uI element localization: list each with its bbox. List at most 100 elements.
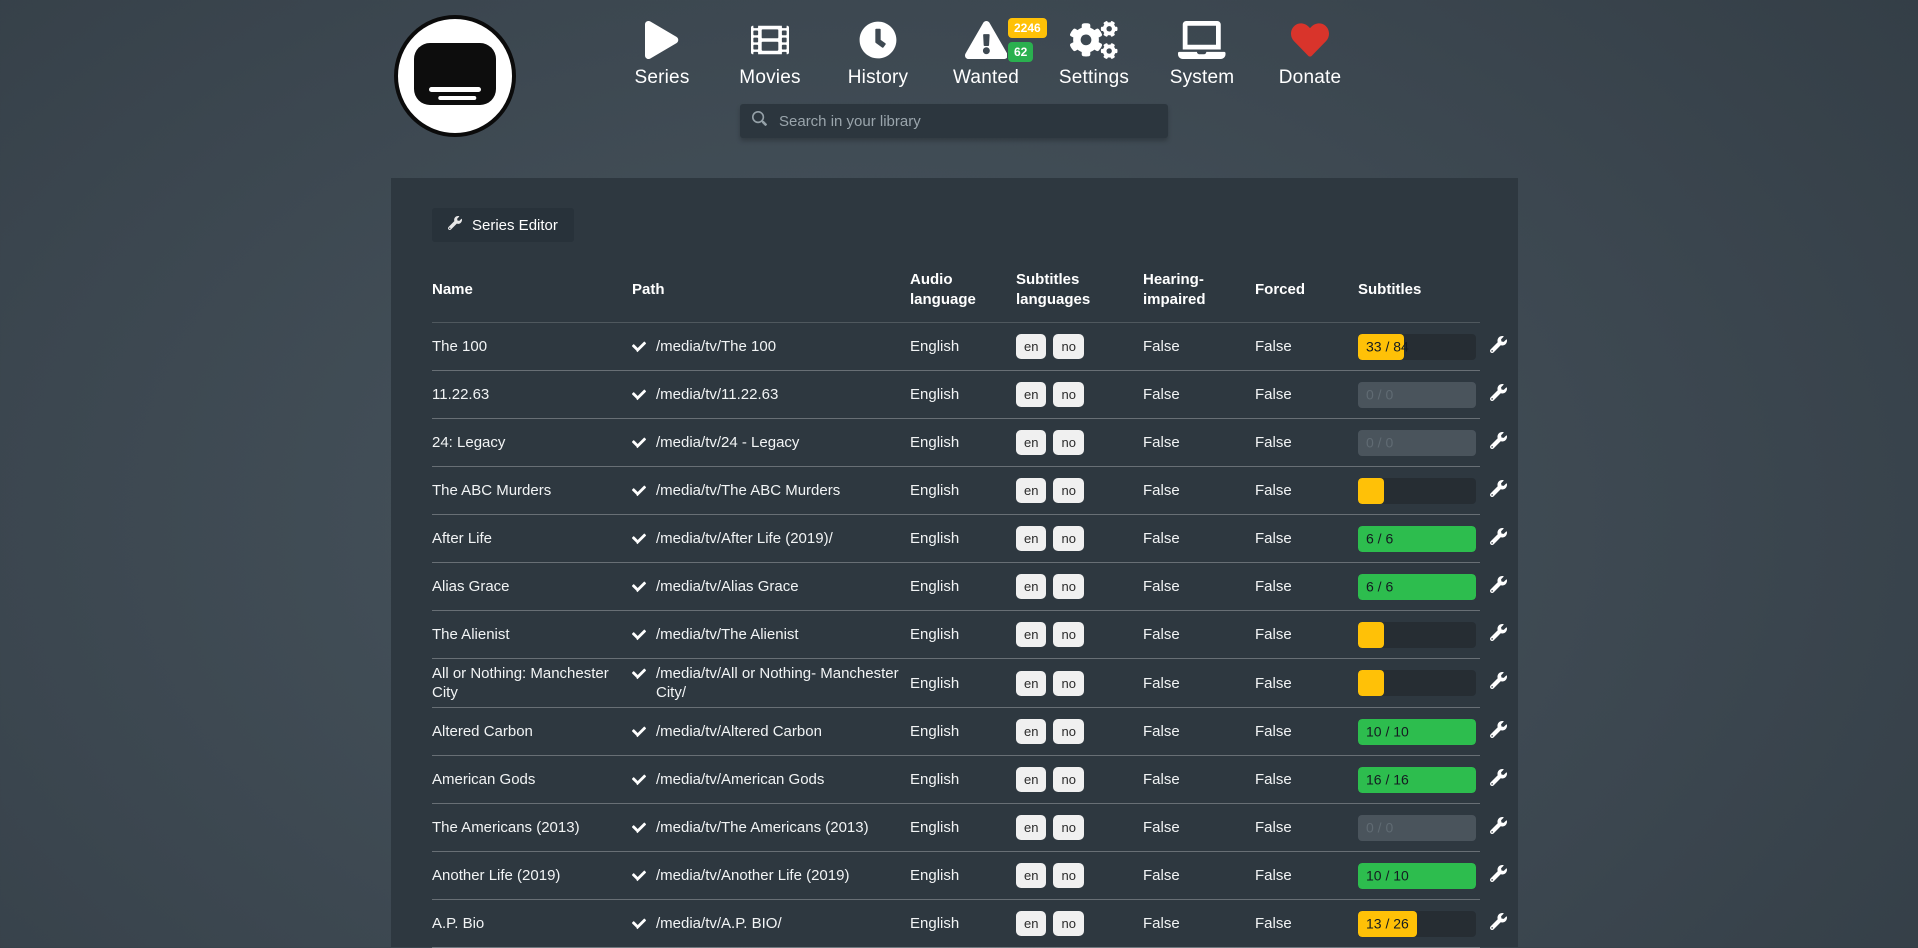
top-navigation: SeriesMoviesHistoryWanted224662SettingsS… [608,16,1364,89]
series-name-link[interactable]: Another Life (2019) [432,866,632,885]
language-badge-no: no [1053,767,1083,792]
series-editor-button[interactable]: Series Editor [432,208,574,242]
edit-series-button[interactable] [1490,528,1507,545]
series-name-link[interactable]: The Alienist [432,625,632,644]
language-badge-no: no [1053,526,1083,551]
wrench-icon [1490,624,1507,641]
edit-series-button[interactable] [1490,865,1507,882]
edit-series-button[interactable] [1490,384,1507,401]
forced-value: False [1255,625,1358,644]
series-name-link[interactable]: 24: Legacy [432,433,632,452]
film-icon [751,21,789,59]
language-badge-en: en [1016,430,1046,455]
nav-item-settings[interactable]: Settings [1040,16,1148,89]
series-name-link[interactable]: The Americans (2013) [432,818,632,837]
audio-language-value: English [910,674,1016,693]
subtitles-progress-bar [1358,670,1476,696]
nav-item-movies[interactable]: Movies [716,16,824,89]
subtitles-count: 16 / 16 [1366,770,1409,789]
table-row: American Gods/media/tv/American GodsEngl… [432,756,1480,804]
subtitles-progress-bar: 33 / 84 [1358,334,1476,360]
nav-item-history[interactable]: History [824,16,932,89]
check-icon [632,916,646,930]
series-path: /media/tv/Another Life (2019) [656,866,849,885]
series-name-link[interactable]: The ABC Murders [432,481,632,500]
series-name-link[interactable]: Altered Carbon [432,722,632,741]
edit-series-button[interactable] [1490,480,1507,497]
search-input[interactable] [777,112,1156,131]
series-path-cell: /media/tv/The ABC Murders [632,481,910,500]
edit-series-button[interactable] [1490,336,1507,353]
nav-item-donate[interactable]: Donate [1256,16,1364,89]
nav-label-settings: Settings [1040,67,1148,89]
series-path-cell: /media/tv/Alias Grace [632,577,910,596]
series-path: /media/tv/American Gods [656,770,824,789]
edit-series-button[interactable] [1490,432,1507,449]
language-badge-en: en [1016,526,1046,551]
series-name-link[interactable]: Alias Grace [432,577,632,596]
edit-series-button[interactable] [1490,576,1507,593]
audio-language-value: English [910,818,1016,837]
series-path: /media/tv/The Americans (2013) [656,818,869,837]
search-icon [752,111,767,126]
gears-icon [1070,21,1118,59]
table-row: Another Life (2019) /media/tv/Another Lif… [432,852,1480,900]
forced-value: False [1255,866,1358,885]
subtitles-languages-cell: enno [1016,334,1143,359]
series-name-link[interactable]: 11.22.63 [432,385,632,404]
edit-series-button[interactable] [1490,913,1507,930]
edit-series-button[interactable] [1490,721,1507,738]
series-name-link[interactable]: A.P. Bio [432,914,632,933]
column-header-hearing-impaired: Hearing-impaired [1143,270,1255,310]
subtitles-count: 10 / 10 [1366,866,1409,885]
series-path: /media/tv/The Alienist [656,625,799,644]
series-name-link[interactable]: After Life [432,529,632,548]
series-path: /media/tv/After Life (2019)/ [656,529,833,548]
series-name-link[interactable]: American Gods [432,770,632,789]
language-badge-no: no [1053,671,1083,696]
nav-item-series[interactable]: Series [608,16,716,89]
audio-language-value: English [910,625,1016,644]
subtitles-languages-cell: enno [1016,863,1143,888]
language-badge-no: no [1053,911,1083,936]
wrench-icon [1490,721,1507,738]
check-icon [632,339,646,353]
audio-language-value: English [910,337,1016,356]
edit-series-button[interactable] [1490,817,1507,834]
nav-item-wanted[interactable]: Wanted224662 [932,16,1040,89]
edit-series-button[interactable] [1490,672,1507,689]
language-badge-en: en [1016,334,1046,359]
subtitles-progress-bar: 0 / 0 [1358,815,1476,841]
hearing-impaired-value: False [1143,337,1255,356]
table-body: The 100/media/tv/The 100EnglishennoFalse… [432,323,1480,948]
check-icon [632,531,646,545]
wrench-icon [1490,480,1507,497]
hearing-impaired-value: False [1143,577,1255,596]
audio-language-value: English [910,529,1016,548]
bazarr-logo[interactable] [394,15,516,137]
subtitles-count: 0 / 0 [1366,433,1393,452]
subtitles-languages-cell: enno [1016,767,1143,792]
language-badge-en: en [1016,911,1046,936]
wrench-icon [1490,817,1507,834]
wrench-icon [1490,432,1507,449]
language-badge-en: en [1016,767,1046,792]
forced-value: False [1255,770,1358,789]
column-header-name: Name [432,280,632,300]
language-badge-no: no [1053,622,1083,647]
language-badge-en: en [1016,622,1046,647]
subtitles-progress-bar: 6 / 6 [1358,574,1476,600]
series-path-cell: /media/tv/The 100 [632,337,910,356]
subtitles-count: 10 / 10 [1366,722,1409,741]
edit-series-button[interactable] [1490,769,1507,786]
search-icon [752,111,777,131]
edit-series-button[interactable] [1490,624,1507,641]
series-path: /media/tv/A.P. BIO/ [656,914,782,933]
series-name-link[interactable]: All or Nothing: Manchester City [432,664,632,702]
table-row: The 100/media/tv/The 100EnglishennoFalse… [432,323,1480,371]
wrench-icon [1490,384,1507,401]
series-name-link[interactable]: The 100 [432,337,632,356]
check-icon [632,820,646,834]
content-panel: Series Editor NamePathAudio languageSubt… [391,178,1518,947]
nav-item-system[interactable]: System [1148,16,1256,89]
